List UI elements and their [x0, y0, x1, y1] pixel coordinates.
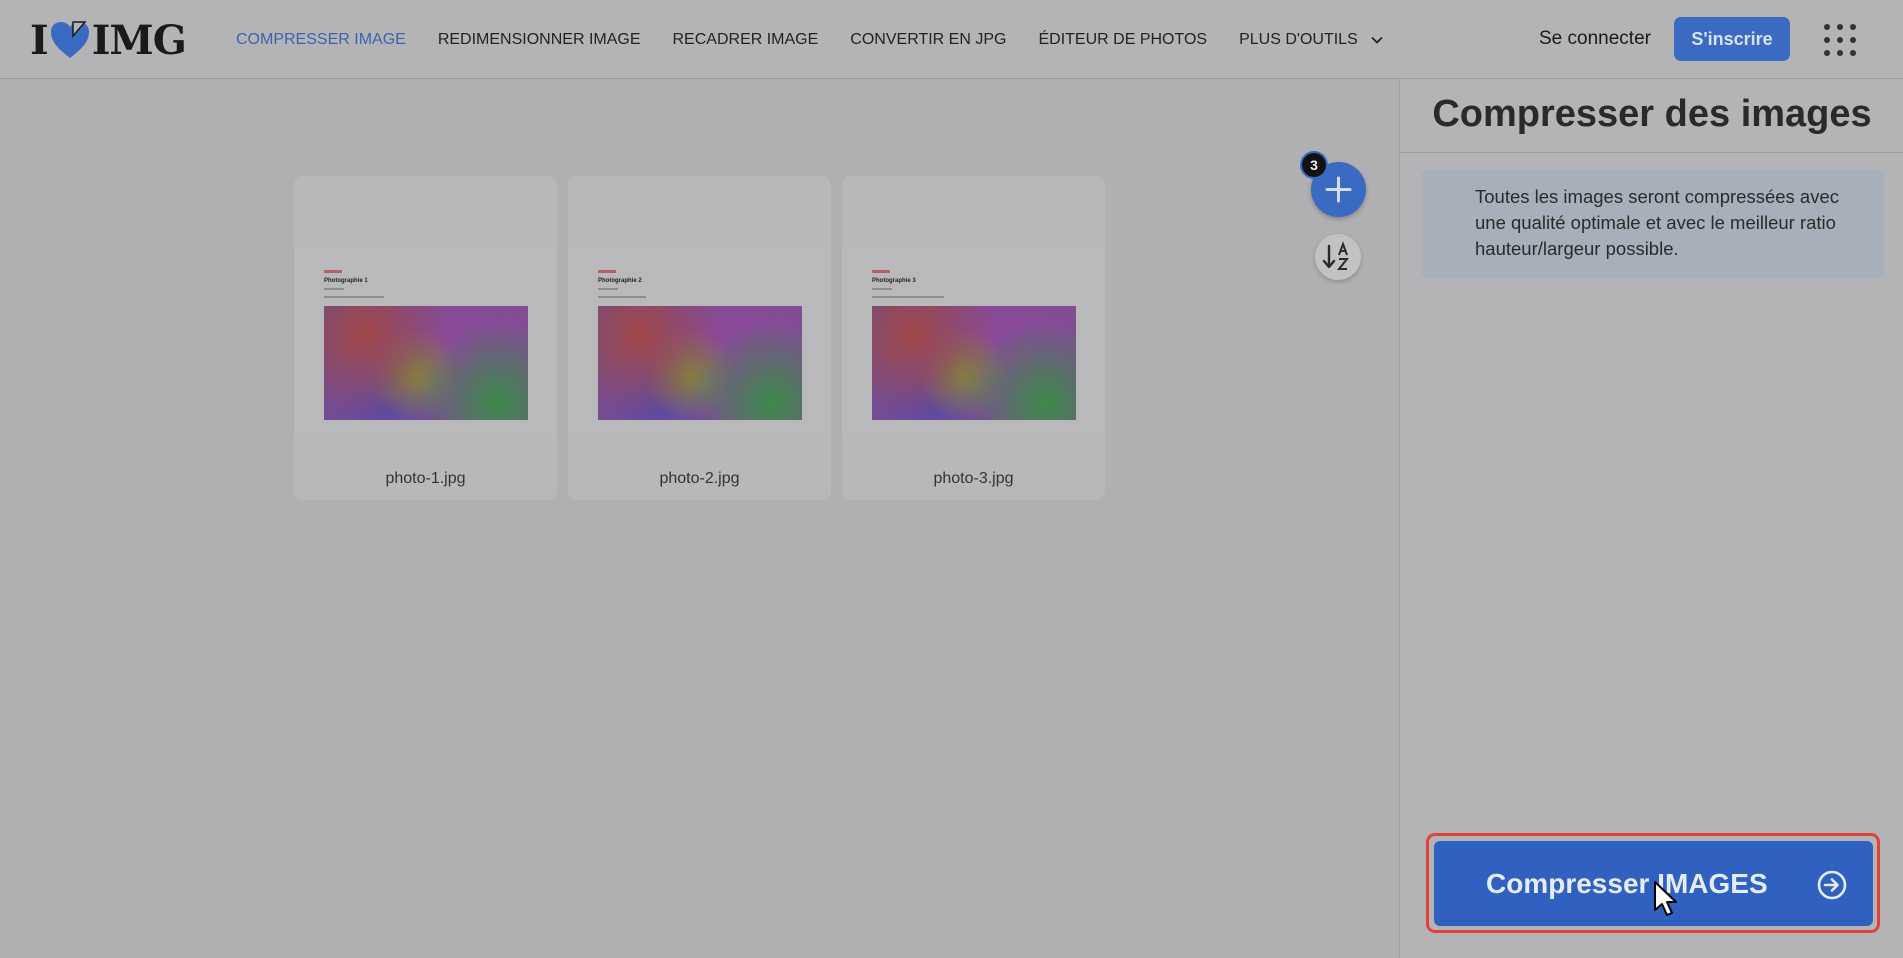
nav-convert-jpg[interactable]: CONVERTIR EN JPG [850, 31, 1006, 49]
file-name: photo-2.jpg [659, 470, 740, 487]
main-nav: COMPRESSER IMAGE REDIMENSIONNER IMAGE RE… [236, 0, 1416, 79]
signup-button[interactable]: S'inscrire [1674, 17, 1790, 61]
heart-icon [50, 21, 89, 58]
header: I IMG COMPRESSER IMAGE REDIMENSIONNER IM… [0, 0, 1903, 79]
file-preview: Photographie 2 [568, 176, 831, 459]
file-card[interactable]: Photographie 1 photo-1.jpg [294, 176, 557, 500]
compress-images-label: Compresser IMAGES [1486, 867, 1768, 899]
nav-more-tools[interactable]: PLUS D'OUTILS [1239, 31, 1384, 49]
logo[interactable]: I IMG [30, 16, 187, 64]
divider [1400, 152, 1903, 153]
nav-crop-image[interactable]: RECADRER IMAGE [673, 31, 819, 49]
file-name: photo-1.jpg [385, 470, 466, 487]
file-preview: Photographie 1 [294, 176, 557, 459]
nav-photo-editor[interactable]: ÉDITEUR DE PHOTOS [1038, 31, 1207, 49]
preview-title: Photographie 1 [324, 278, 368, 284]
logo-left: I [30, 16, 49, 64]
preview-image [872, 306, 1076, 420]
workspace: Photographie 1 photo-1.jpg Photographie … [0, 79, 1399, 958]
nav-resize-image[interactable]: REDIMENSIONNER IMAGE [438, 31, 641, 49]
file-name: photo-3.jpg [933, 470, 1014, 487]
options-sidebar: Compresser des images Toutes les images … [1399, 79, 1903, 958]
grid-icon[interactable] [1822, 22, 1858, 58]
preview-title: Photographie 2 [598, 278, 642, 284]
arrow-right-circle-icon [1817, 870, 1847, 900]
logo-right: IMG [91, 16, 187, 64]
file-card[interactable]: Photographie 3 photo-3.jpg [842, 176, 1105, 500]
preview-image [324, 306, 528, 420]
file-count-badge: 3 [1300, 151, 1328, 179]
sidebar-title: Compresser des images [1432, 93, 1872, 135]
preview-image [598, 306, 802, 420]
sort-az-button[interactable] [1315, 234, 1361, 280]
file-preview: Photographie 3 [842, 176, 1105, 459]
file-card[interactable]: Photographie 2 photo-2.jpg [568, 176, 831, 500]
chevron-down-icon [1371, 36, 1383, 44]
preview-title: Photographie 3 [872, 278, 916, 284]
nav-more-tools-label: PLUS D'OUTILS [1239, 30, 1358, 48]
mouse-cursor-icon [1654, 881, 1677, 916]
login-link[interactable]: Se connecter [1539, 28, 1651, 50]
sort-az-icon [1322, 241, 1350, 270]
info-box: Toutes les images seront compressées ave… [1422, 170, 1884, 278]
nav-compress-image[interactable]: COMPRESSER IMAGE [236, 31, 406, 49]
